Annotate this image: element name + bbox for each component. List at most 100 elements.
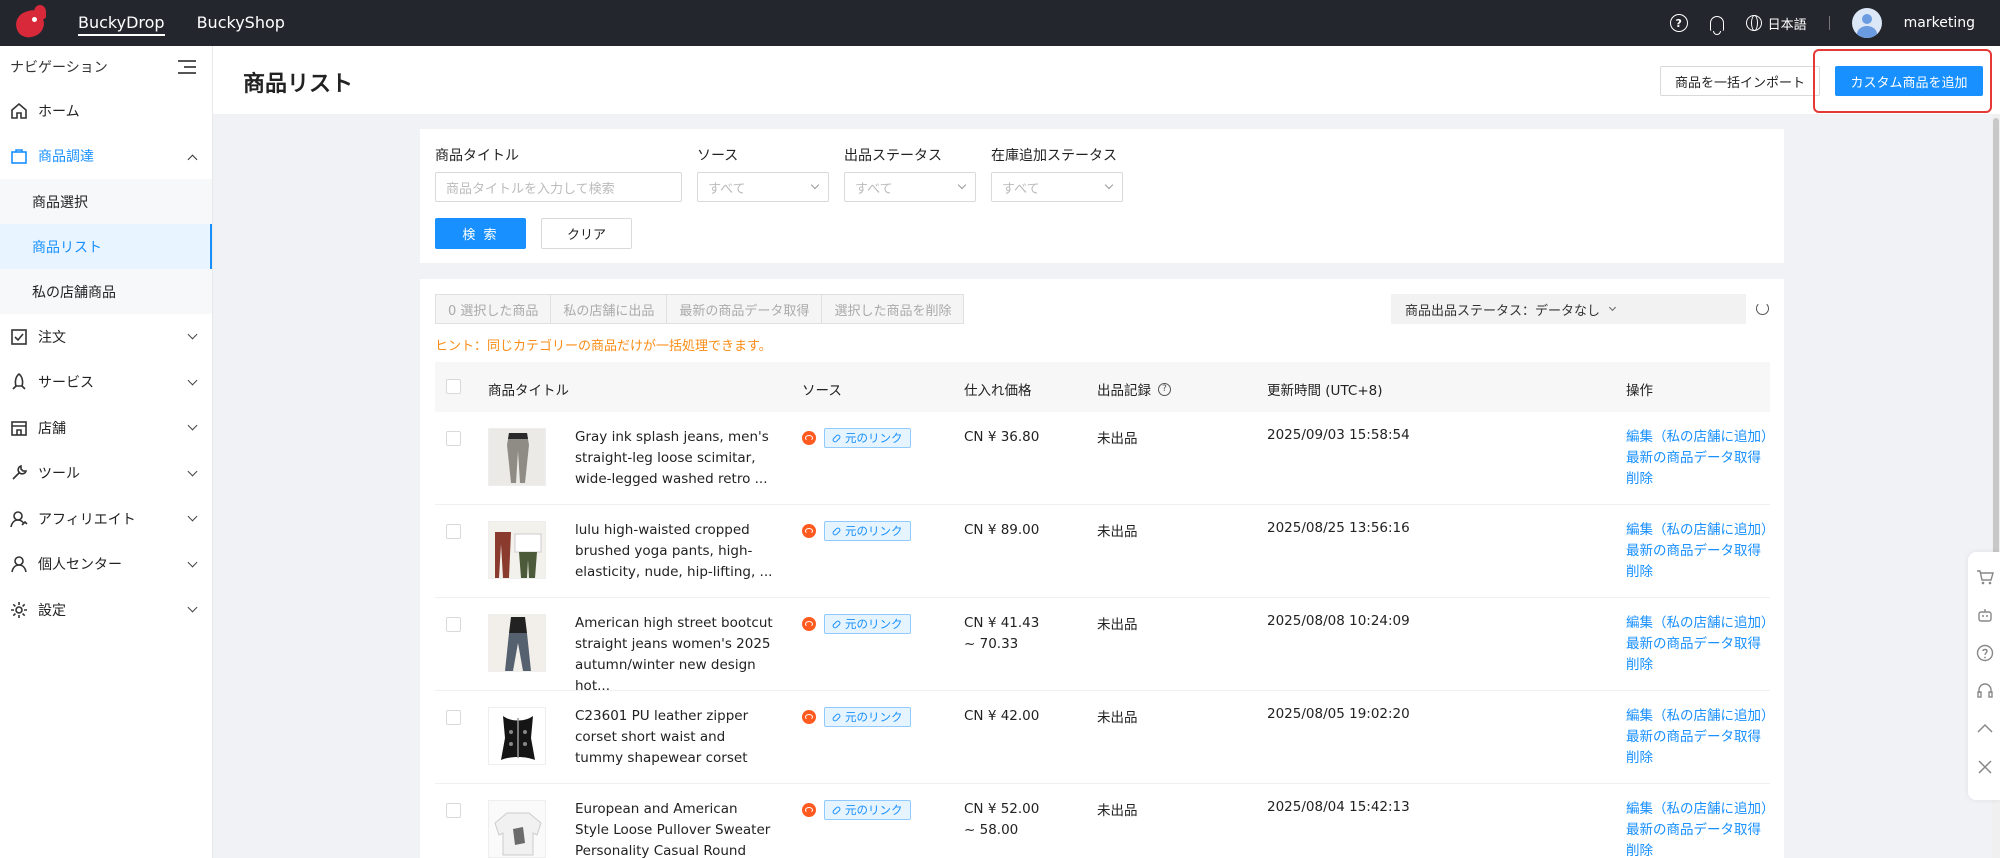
chevron-up-icon: [187, 154, 198, 164]
chevron-down-icon: [810, 180, 820, 190]
sidebar-item-store[interactable]: 店舗: [0, 405, 212, 451]
edit-link[interactable]: 編集（私の店舗に追加）: [1626, 799, 1775, 820]
product-title[interactable]: American high street bootcut straight je…: [575, 613, 775, 697]
original-link-tag[interactable]: 元のリンク: [824, 800, 911, 820]
listing-status-select[interactable]: すべて: [844, 172, 976, 202]
help-icon[interactable]: ?: [1669, 14, 1688, 32]
row-checkbox[interactable]: [446, 617, 461, 632]
refresh-icon[interactable]: [1756, 302, 1769, 315]
chevron-down-icon: [187, 329, 198, 340]
row-checkbox[interactable]: [446, 524, 461, 539]
delete-link[interactable]: 削除: [1626, 562, 1770, 583]
cart-icon[interactable]: [1976, 568, 1994, 586]
selected-count-button[interactable]: 0 選択した商品: [435, 294, 552, 324]
sidebar-item-settings[interactable]: 設定: [0, 587, 212, 633]
bell-icon[interactable]: [1709, 15, 1724, 35]
row-checkbox[interactable]: [446, 803, 461, 818]
link-icon: [831, 526, 842, 536]
original-link-label: 元のリンク: [845, 803, 903, 817]
divider: [1828, 16, 1830, 30]
sidebar-item-label: 商品調達: [38, 149, 94, 166]
fetch-latest-link[interactable]: 最新の商品データ取得: [1626, 634, 1770, 655]
fetch-latest-link[interactable]: 最新の商品データ取得: [1626, 727, 1770, 748]
rocket-icon: [10, 373, 28, 391]
language-selector[interactable]: 日本語: [1768, 14, 1807, 33]
list-to-store-button[interactable]: 私の店舗に出品: [550, 294, 668, 324]
globe-icon[interactable]: [1745, 15, 1762, 31]
floating-toolbar: [1968, 552, 2000, 800]
search-button[interactable]: 検 索: [435, 218, 526, 249]
robot-icon[interactable]: [1976, 606, 1994, 624]
chevron-down-icon: [957, 180, 967, 190]
edit-link[interactable]: 編集（私の店舗に追加）: [1626, 520, 1775, 541]
source-select-value: すべて: [708, 181, 746, 197]
sidebar-item-affiliate[interactable]: アフィリエイト: [0, 496, 212, 542]
sidebar-item-sourcing[interactable]: 商品調達: [0, 134, 212, 180]
fetch-latest-link[interactable]: 最新の商品データ取得: [1626, 448, 1770, 469]
listing-status-dropdown[interactable]: 商品出品ステータス：データなし: [1391, 294, 1746, 324]
product-title[interactable]: Gray ink splash jeans, men's straight-le…: [575, 427, 775, 490]
column-header: 更新時間 (UTC+8): [1267, 383, 1383, 399]
sidebar-item-personal-center[interactable]: 個人センター: [0, 542, 212, 588]
nav-header-label: ナビゲーション: [10, 60, 108, 76]
product-title[interactable]: European and American Style Loose Pullov…: [575, 799, 775, 858]
fetch-latest-link[interactable]: 最新の商品データ取得: [1626, 541, 1770, 562]
edit-link[interactable]: 編集（私の店舗に追加）: [1626, 613, 1775, 634]
row-checkbox[interactable]: [446, 710, 461, 725]
purchase-price-range: CN ¥ 41.43 ~ 70.33: [964, 615, 1040, 652]
sidebar-item-services[interactable]: サービス: [0, 360, 212, 406]
username[interactable]: marketing: [1904, 15, 1975, 31]
purchase-price: CN ¥ 36.80: [964, 429, 1040, 445]
product-thumbnail[interactable]: [488, 707, 546, 765]
wrench-icon: [10, 464, 28, 482]
sidebar-subitem-product-selection[interactable]: 商品選択: [0, 179, 212, 224]
delete-link[interactable]: 削除: [1626, 748, 1770, 769]
table-header: 商品タイトル ソース 仕入れ価格 出品記録 ? 更新時間 (UTC+8) 操作: [435, 362, 1770, 412]
sidebar-subitem-my-store-products[interactable]: 私の店舗商品: [0, 269, 212, 314]
select-all-checkbox[interactable]: [446, 379, 461, 394]
clear-button[interactable]: クリア: [541, 218, 632, 249]
menu-collapse-icon[interactable]: [178, 60, 196, 74]
tab-buckydrop[interactable]: BuckyDrop: [78, 0, 165, 46]
sidebar-item-orders[interactable]: 注文: [0, 314, 212, 360]
source-filter-label: ソース: [697, 148, 739, 164]
product-title[interactable]: lulu high-waisted cropped brushed yoga p…: [575, 520, 775, 583]
fetch-latest-data-button[interactable]: 最新の商品データ取得: [666, 294, 823, 324]
avatar[interactable]: [1851, 8, 1882, 38]
listing-record: 未出品: [1097, 524, 1138, 540]
edit-link[interactable]: 編集（私の店舗に追加）: [1626, 427, 1775, 448]
delete-link[interactable]: 削除: [1626, 841, 1770, 858]
fetch-latest-link[interactable]: 最新の商品データ取得: [1626, 820, 1770, 841]
close-icon[interactable]: [1976, 758, 1994, 776]
delete-link[interactable]: 削除: [1626, 469, 1770, 490]
product-thumbnail[interactable]: [488, 428, 546, 486]
product-thumbnail[interactable]: [488, 800, 546, 858]
title-search-input[interactable]: 商品タイトルを入力して検索: [435, 172, 682, 202]
original-link-tag[interactable]: 元のリンク: [824, 614, 911, 634]
info-icon[interactable]: ?: [1158, 382, 1171, 396]
row-checkbox[interactable]: [446, 431, 461, 446]
filter-panel: 商品タイトル 商品タイトルを入力して検索 ソース すべて 出品ステータス すべて…: [420, 129, 1784, 263]
bulk-import-button[interactable]: 商品を一括インポート: [1660, 66, 1821, 96]
add-custom-product-button[interactable]: カスタム商品を追加: [1835, 66, 1983, 96]
edit-link[interactable]: 編集（私の店舗に追加）: [1626, 706, 1775, 727]
product-thumbnail[interactable]: [488, 614, 546, 672]
product-title[interactable]: C23601 PU leather zipper corset short wa…: [575, 706, 775, 769]
help-circle-icon[interactable]: [1976, 644, 1994, 662]
original-link-tag[interactable]: 元のリンク: [824, 707, 911, 727]
sidebar-item-tools[interactable]: ツール: [0, 451, 212, 497]
original-link-tag[interactable]: 元のリンク: [824, 521, 911, 541]
1688-source-icon: [802, 617, 816, 631]
tab-buckyshop[interactable]: BuckyShop: [197, 0, 285, 46]
source-select[interactable]: すべて: [697, 172, 829, 202]
sidebar-item-home[interactable]: ホーム: [0, 88, 212, 134]
bucky-logo[interactable]: [12, 3, 52, 43]
product-thumbnail[interactable]: [488, 521, 546, 579]
sidebar-subitem-product-list[interactable]: 商品リスト: [0, 224, 212, 269]
delete-selected-button[interactable]: 選択した商品を削除: [821, 294, 965, 324]
delete-link[interactable]: 削除: [1626, 655, 1770, 676]
chevron-up-icon[interactable]: [1976, 720, 1994, 738]
headset-icon[interactable]: [1976, 682, 1994, 700]
original-link-tag[interactable]: 元のリンク: [824, 428, 911, 448]
stock-status-select[interactable]: すべて: [991, 172, 1123, 202]
